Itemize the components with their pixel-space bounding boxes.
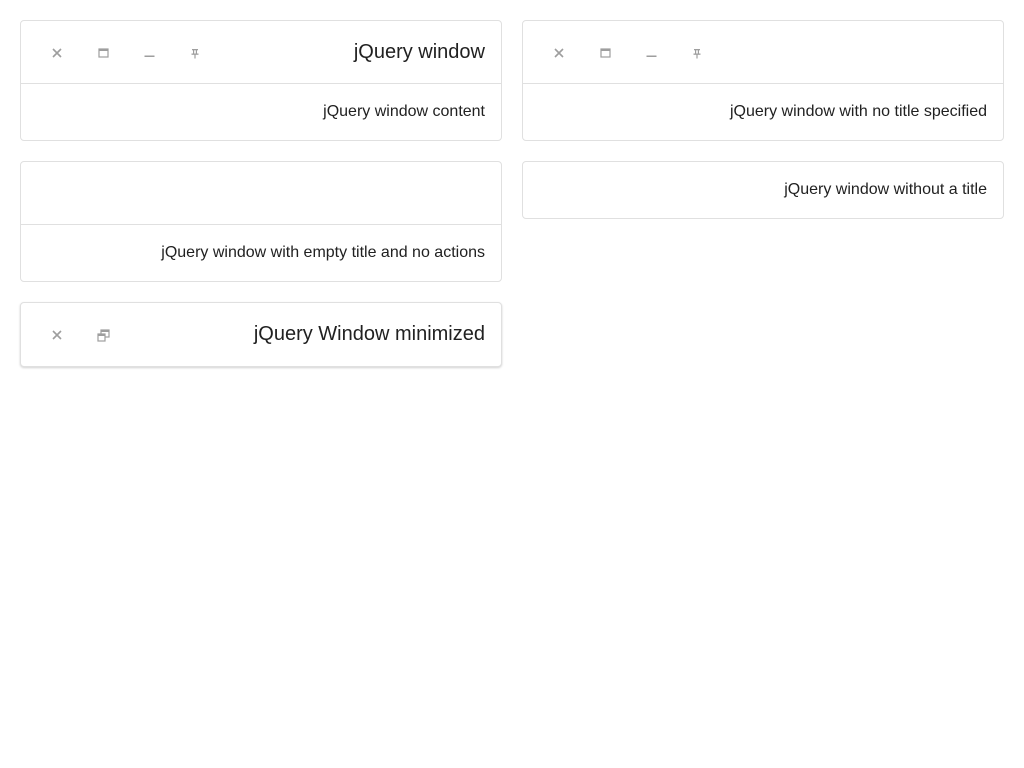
pin-icon [693, 48, 701, 58]
window-empty-title-no-actions: jQuery window with empty title and no ac… [20, 161, 502, 282]
window-actions [34, 312, 126, 358]
window-titlebar[interactable] [523, 21, 1003, 84]
window-titlebar[interactable]: jQuery window [21, 21, 501, 84]
window-content: jQuery window with no title specified [729, 103, 987, 120]
close-icon [554, 48, 564, 58]
pin-button[interactable] [172, 30, 218, 76]
minimize-icon [646, 55, 656, 57]
minimize-button[interactable] [126, 30, 172, 76]
pin-icon [191, 48, 199, 58]
maximize-button[interactable] [582, 30, 628, 76]
minimize-button[interactable] [628, 30, 674, 76]
restore-icon [96, 328, 110, 342]
window-no-title-specified: jQuery window with no title specified [522, 20, 1004, 141]
close-button[interactable] [34, 312, 80, 358]
restore-button[interactable] [80, 312, 126, 358]
maximize-icon [97, 48, 109, 58]
maximize-button[interactable] [80, 30, 126, 76]
window-without-title: jQuery window without a title [522, 161, 1004, 219]
window-actions [34, 30, 218, 76]
window-content: jQuery window content [323, 103, 485, 120]
maximize-icon [599, 48, 611, 58]
close-button[interactable] [536, 30, 582, 76]
window-jquery: jQuery window jQuery window content [20, 20, 502, 141]
window-title: jQuery window [353, 41, 485, 63]
window-actions [536, 30, 720, 76]
window-content: jQuery window with empty title and no ac… [161, 244, 485, 261]
window-minimized: jQuery Window minimized [20, 302, 502, 367]
window-title: jQuery Window minimized [253, 323, 485, 345]
minimize-icon [144, 55, 154, 57]
close-icon [52, 330, 62, 340]
window-titlebar[interactable] [21, 162, 501, 225]
close-button[interactable] [34, 30, 80, 76]
window-titlebar[interactable]: jQuery Window minimized [21, 303, 501, 366]
window-content: jQuery window without a title [784, 181, 987, 198]
pin-button[interactable] [674, 30, 720, 76]
close-icon [52, 48, 62, 58]
